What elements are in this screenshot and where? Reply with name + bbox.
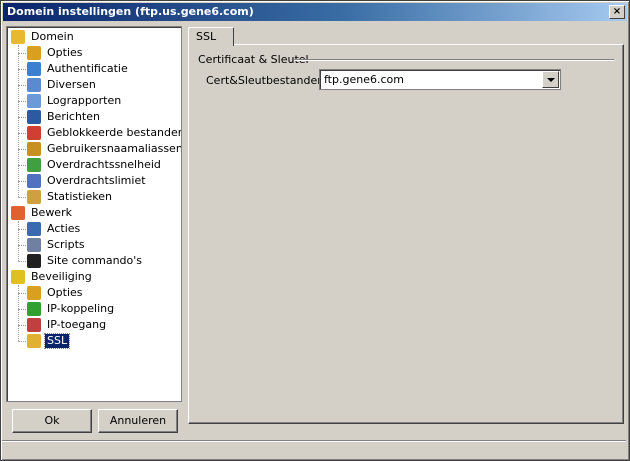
transfer-speed-icon — [27, 158, 41, 172]
actions-icon — [27, 222, 41, 236]
ip-binding-icon — [27, 302, 41, 316]
title-bar: Domein instellingen (ftp.us.gene6.com) × — [3, 3, 627, 21]
site-command-icon — [27, 254, 41, 268]
tree-connector — [18, 181, 26, 182]
tree-connector — [18, 45, 19, 197]
tree-connector — [18, 221, 19, 261]
tree-item-label: Scripts — [47, 238, 85, 251]
tree-item-label: Diversen — [47, 78, 96, 91]
tree-connector — [18, 149, 26, 150]
tree-item[interactable]: Geblokkeerde bestanden — [27, 125, 182, 141]
tree-item-label: IP-toegang — [47, 318, 107, 331]
tree-group-label: Domein — [31, 30, 74, 43]
blocked-files-icon — [27, 126, 41, 140]
tree-item-label: SSL — [43, 333, 71, 349]
tree-connector — [18, 229, 26, 230]
tree-connector — [18, 261, 26, 262]
tree-item[interactable]: Authentificatie — [27, 61, 130, 77]
ok-button[interactable]: Ok — [12, 409, 92, 433]
messages-icon — [27, 110, 41, 124]
cancel-button[interactable]: Annuleren — [98, 409, 178, 433]
tree-group-label: Beveiliging — [31, 270, 92, 283]
settings-tree[interactable]: Domein Opties Authentificatie Diversen Logra… — [6, 26, 182, 402]
tree-item[interactable]: Statistieken — [27, 189, 114, 205]
tree-item[interactable]: Acties — [27, 221, 82, 237]
tree-item[interactable]: SSL — [27, 333, 71, 349]
tree-item-label: Lograpporten — [47, 94, 122, 107]
scripts-icon — [27, 238, 41, 252]
tree-item-label: IP-koppeling — [47, 302, 115, 315]
tree-connector — [18, 165, 26, 166]
tree-item-label: Site commando's — [47, 254, 143, 267]
tab-label: SSL — [196, 30, 217, 43]
transfer-limit-icon — [27, 174, 41, 188]
tree-item[interactable]: Scripts — [27, 237, 87, 253]
tree-connector — [18, 197, 26, 198]
tree-connector — [18, 245, 26, 246]
options-icon — [27, 46, 41, 60]
tree-item[interactable]: IP-toegang — [27, 317, 108, 333]
key-icon — [27, 334, 41, 348]
tree-connector — [18, 133, 26, 134]
tree-connector — [18, 101, 26, 102]
tree-item[interactable]: Lograpporten — [27, 93, 123, 109]
tree-item-label: Overdrachtslimiet — [47, 174, 146, 187]
group-divider — [294, 59, 614, 61]
tree-item[interactable]: Site commando's — [27, 253, 144, 269]
tree-connector — [18, 285, 19, 341]
ip-access-icon — [27, 318, 41, 332]
tree-group[interactable]: Beveiliging — [11, 269, 94, 285]
tree-item[interactable]: Overdrachtssnelheid — [27, 157, 163, 173]
tree-connector — [18, 325, 26, 326]
tree-connector — [18, 341, 26, 342]
tree-item-label: Acties — [47, 222, 81, 235]
tree-connector — [18, 117, 26, 118]
tree-item-label: Gebruikersnaamaliassen — [47, 142, 182, 155]
misc-icon — [27, 78, 41, 92]
tree-item[interactable]: Diversen — [27, 77, 98, 93]
tree-group-label: Bewerk — [31, 206, 72, 219]
tree-item-label: Overdrachtssnelheid — [47, 158, 161, 171]
tree-connector — [18, 69, 26, 70]
tree-item[interactable]: Opties — [27, 285, 85, 301]
edit-icon — [11, 206, 25, 220]
tree-connector — [18, 293, 26, 294]
tree-group[interactable]: Domein — [11, 29, 76, 45]
cert-key-label: Cert&Sleutbestanden — [206, 74, 325, 87]
tree-connector — [18, 53, 26, 54]
tree-item-label: Opties — [47, 46, 83, 59]
chevron-down-icon[interactable] — [542, 71, 559, 88]
tree-item[interactable]: IP-koppeling — [27, 301, 116, 317]
tree-item-label: Authentificatie — [47, 62, 128, 75]
tab-panel — [188, 44, 624, 424]
user-alias-icon — [27, 142, 41, 156]
log-icon — [27, 94, 41, 108]
cert-key-dropdown[interactable]: ftp.gene6.com — [319, 69, 561, 90]
tree-item[interactable]: Overdrachtslimiet — [27, 173, 148, 189]
tree-item-label: Geblokkeerde bestanden — [47, 126, 182, 139]
tree-item-label: Statistieken — [47, 190, 112, 203]
security-icon — [11, 270, 25, 284]
tree-item[interactable]: Gebruikersnaamaliassen — [27, 141, 182, 157]
tree-item-label: Berichten — [47, 110, 100, 123]
security-options-icon — [27, 286, 41, 300]
domain-icon — [11, 30, 25, 44]
close-button[interactable]: × — [609, 5, 625, 19]
tab-ssl[interactable]: SSL — [188, 27, 234, 46]
tree-item-label: Opties — [47, 286, 83, 299]
tree-connector — [18, 85, 26, 86]
group-label: Certificaat & Sleutel — [198, 53, 309, 66]
tree-group[interactable]: Bewerk — [11, 205, 74, 221]
tree-item[interactable]: Berichten — [27, 109, 102, 125]
cert-key-value: ftp.gene6.com — [324, 73, 404, 86]
tree-item[interactable]: Opties — [27, 45, 85, 61]
status-bar — [2, 440, 626, 458]
statistics-icon — [27, 190, 41, 204]
authentication-icon — [27, 62, 41, 76]
tree-connector — [18, 309, 26, 310]
window-title: Domein instellingen (ftp.us.gene6.com) — [7, 5, 254, 18]
